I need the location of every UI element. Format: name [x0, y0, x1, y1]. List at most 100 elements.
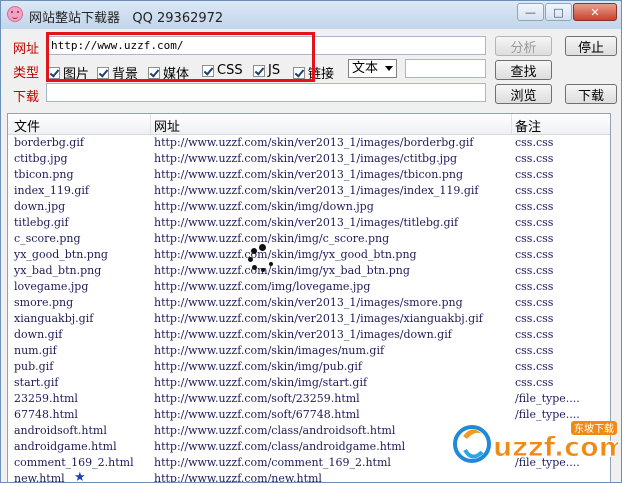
url-cell: http://www.uzzf.com/skin/img/yx_bad_btn.… — [154, 264, 410, 277]
column-header-file[interactable]: 文件 — [14, 116, 40, 135]
maximize-button[interactable]: □ — [545, 3, 572, 21]
file-name-cell: tbicon.png — [14, 168, 74, 181]
table-row[interactable]: pub.gif http://www.uzzf.com/skin/img/pub.… — [8, 359, 610, 375]
note-cell: css.css — [515, 328, 554, 341]
note-cell: css.css — [515, 232, 554, 245]
note-cell: css.css — [515, 360, 554, 373]
url-cell: http://www.uzzf.com/soft/23259.html — [154, 392, 360, 405]
file-name-cell: 23259.html — [14, 392, 78, 405]
file-name-cell: down.jpg — [14, 200, 66, 213]
window-title-text: 网站整站下载器 — [29, 11, 121, 26]
spinner-dot — [252, 265, 257, 270]
list-header: 文件 网址 备注 — [8, 114, 610, 135]
table-row[interactable]: titlebg.gif http://www.uzzf.com/skin/ver2… — [8, 215, 610, 231]
note-cell: css.css — [515, 136, 554, 149]
spinner-dot — [259, 244, 266, 251]
close-button[interactable]: ✕ — [573, 3, 617, 21]
file-name-cell: index_119.gif — [14, 184, 89, 197]
url-cell: http://www.uzzf.com/skin/img/down.jpg — [154, 200, 374, 213]
url-cell: http://www.uzzf.com/skin/ver2013_1/image… — [154, 328, 452, 341]
url-cell: http://www.uzzf.com/skin/img/start.gif — [154, 376, 368, 389]
note-cell: css.css — [515, 312, 554, 325]
file-name-cell: androidsoft.html — [14, 424, 107, 437]
title-bar: 网站整站下载器 QQ 29362972 — □ ✕ — [1, 1, 621, 29]
download-label: 下载 — [13, 90, 40, 105]
note-cell: css.css — [515, 248, 554, 261]
table-row[interactable]: start.gif http://www.uzzf.com/skin/img/st… — [8, 375, 610, 391]
table-row[interactable]: down.gif http://www.uzzf.com/skin/ver2013… — [8, 327, 610, 343]
find-input[interactable] — [405, 59, 486, 78]
loading-spinner-icon — [248, 244, 276, 274]
file-name-cell: titlebg.gif — [14, 216, 69, 229]
table-row[interactable]: yx_bad_btn.png http://www.uzzf.com/skin/i… — [8, 263, 610, 279]
spinner-dot — [261, 268, 265, 272]
download-path-input[interactable] — [46, 83, 486, 102]
file-name-cell: c_score.png — [14, 232, 81, 245]
watermark-subtext: 东坡下载 — [574, 422, 614, 435]
table-row[interactable]: xianguakbj.gif http://www.uzzf.com/skin/v… — [8, 311, 610, 327]
column-divider[interactable] — [150, 114, 151, 134]
dropdown-arrow-icon — [385, 66, 393, 71]
type-label: 类型 — [13, 66, 40, 81]
url-cell: http://www.uzzf.com/skin/ver2013_1/image… — [154, 136, 474, 149]
note-cell: css.css — [515, 344, 554, 357]
star-icon: ★ — [74, 470, 86, 483]
uzzf-watermark-logo: uzzf.com 东坡下载 — [453, 421, 618, 464]
table-row[interactable]: num.gif http://www.uzzf.com/skin/images/n… — [8, 343, 610, 359]
window-title: 网站整站下载器 QQ 29362972 — [29, 7, 223, 26]
url-cell: http://www.uzzf.com/img/lovegame.jpg — [154, 280, 371, 293]
minimize-icon: — — [525, 5, 536, 19]
file-name-cell: yx_bad_btn.png — [14, 264, 102, 277]
table-row[interactable]: down.jpg http://www.uzzf.com/skin/img/dow… — [8, 199, 610, 215]
table-row[interactable]: index_119.gif http://www.uzzf.com/skin/ve… — [8, 183, 610, 199]
spinner-dot — [248, 257, 253, 262]
url-cell: http://www.uzzf.com/skin/ver2013_1/image… — [154, 296, 463, 309]
minimize-button[interactable]: — — [517, 3, 544, 21]
spinner-dot — [251, 248, 257, 254]
note-cell: css.css — [515, 184, 554, 197]
table-row[interactable]: smore.png http://www.uzzf.com/skin/ver201… — [8, 295, 610, 311]
table-row[interactable]: c_score.png http://www.uzzf.com/skin/img/… — [8, 231, 610, 247]
note-cell: css.css — [515, 152, 554, 165]
table-row[interactable]: tbicon.png http://www.uzzf.com/skin/ver20… — [8, 167, 610, 183]
analyze-button[interactable]: 分析 — [495, 36, 552, 56]
table-row[interactable]: 23259.html http://www.uzzf.com/soft/23259… — [8, 391, 610, 407]
column-header-url[interactable]: 网址 — [154, 116, 180, 135]
table-row[interactable]: ctitbg.jpg http://www.uzzf.com/skin/ver20… — [8, 151, 610, 167]
find-button[interactable]: 查找 — [495, 60, 552, 80]
url-cell: http://www.uzzf.com/skin/ver2013_1/image… — [154, 168, 464, 181]
table-row[interactable]: borderbg.gif http://www.uzzf.com/skin/ver… — [8, 135, 610, 151]
file-name-cell: borderbg.gif — [14, 136, 84, 149]
table-row[interactable]: yx_good_btn.png http://www.uzzf.com/skin/… — [8, 247, 610, 263]
file-name-cell: start.gif — [14, 376, 59, 389]
watermark-text: uzzf.com — [493, 432, 618, 463]
file-name-cell: pub.gif — [14, 360, 54, 373]
url-label: 网址 — [13, 42, 40, 57]
format-select-value: 文本 — [352, 61, 379, 76]
note-cell: css.css — [515, 200, 554, 213]
window-controls: — □ ✕ — [517, 3, 617, 21]
url-cell: http://www.uzzf.com/skin/ver2013_1/image… — [154, 216, 459, 229]
file-name-cell: androidgame.html — [14, 440, 117, 453]
url-cell: http://www.uzzf.com/skin/ver2013_1/image… — [154, 184, 479, 197]
file-name-cell: xianguakbj.gif — [14, 312, 94, 325]
table-row[interactable]: lovegame.jpg http://www.uzzf.com/img/love… — [8, 279, 610, 295]
download-button[interactable]: 下载 — [565, 84, 617, 104]
column-divider[interactable] — [511, 114, 512, 134]
stop-button[interactable]: 停止 — [565, 36, 617, 56]
file-name-cell: 67748.html — [14, 408, 78, 421]
format-select[interactable]: 文本 — [348, 59, 397, 78]
column-header-note[interactable]: 备注 — [515, 116, 541, 135]
file-name-cell: comment_169_2.html — [14, 456, 134, 469]
maximize-icon: □ — [553, 5, 564, 19]
note-cell: css.css — [515, 168, 554, 181]
file-name-cell: smore.png — [14, 296, 74, 309]
highlight-box — [46, 32, 315, 82]
file-name-cell: ctitbg.jpg — [14, 152, 68, 165]
note-cell: css.css — [515, 264, 554, 277]
close-icon: ✕ — [590, 5, 600, 19]
note-cell: /file_type.... — [515, 392, 580, 405]
file-name-cell: num.gif — [14, 344, 57, 357]
browse-button[interactable]: 浏览 — [495, 84, 552, 104]
url-cell: http://www.uzzf.com/skin/img/yx_good_btn… — [154, 248, 417, 261]
